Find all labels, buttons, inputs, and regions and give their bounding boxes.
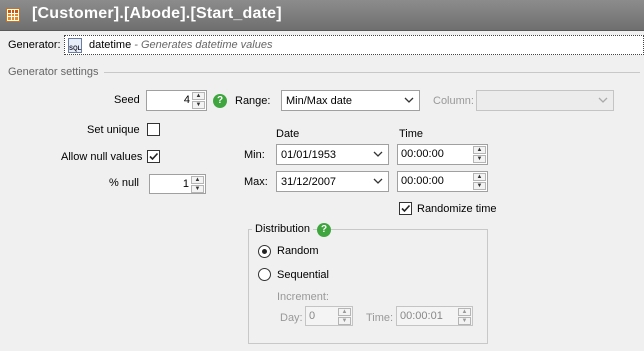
checkmark-icon bbox=[401, 204, 411, 213]
table-grid-icon bbox=[6, 8, 20, 22]
seed-stepper[interactable]: 4 ▲ ▼ bbox=[146, 90, 207, 111]
sequential-radio[interactable] bbox=[258, 268, 271, 281]
time-header: Time bbox=[399, 128, 424, 140]
time-increment-down-button[interactable]: ▼ bbox=[458, 317, 471, 325]
random-radio[interactable] bbox=[258, 245, 271, 258]
time-increment-up-button[interactable]: ▲ bbox=[458, 308, 471, 316]
min-date-value: 01/01/1953 bbox=[281, 149, 337, 161]
checkmark-icon bbox=[149, 152, 159, 161]
min-time-down-button[interactable]: ▼ bbox=[473, 155, 486, 163]
time-increment-value: 00:00:01 bbox=[400, 310, 443, 322]
generator-name[interactable]: datetime - Generates datetime values bbox=[89, 39, 272, 51]
generator-name-text: datetime bbox=[89, 39, 132, 51]
percent-null-stepper[interactable]: 1 ▲ ▼ bbox=[149, 174, 206, 194]
range-dropdown[interactable]: Min/Max date bbox=[281, 90, 420, 111]
range-label: Range: bbox=[235, 95, 271, 107]
allow-null-checkbox[interactable] bbox=[147, 150, 160, 163]
day-stepper[interactable]: 0 ▲ ▼ bbox=[305, 306, 353, 326]
window-title: [Customer].[Abode].[Start_date] bbox=[32, 5, 282, 22]
distribution-heading: Distribution bbox=[252, 223, 314, 235]
column-label: Column: bbox=[433, 95, 474, 107]
time-increment-label: Time: bbox=[366, 312, 394, 324]
day-down-button[interactable]: ▼ bbox=[338, 317, 351, 325]
column-dropdown[interactable] bbox=[476, 90, 614, 111]
increment-label: Increment: bbox=[277, 291, 329, 303]
chevron-down-icon bbox=[373, 178, 383, 184]
chevron-down-icon bbox=[373, 151, 383, 157]
sequential-radio-label: Sequential bbox=[277, 269, 329, 281]
generator-description: - Generates datetime values bbox=[134, 39, 273, 51]
distribution-help-icon[interactable]: ? bbox=[317, 223, 331, 237]
min-label: Min: bbox=[244, 149, 265, 161]
date-header: Date bbox=[276, 128, 300, 140]
day-up-button[interactable]: ▲ bbox=[338, 308, 351, 316]
seed-up-button[interactable]: ▲ bbox=[192, 92, 205, 100]
seed-value: 4 bbox=[183, 94, 190, 106]
percent-null-label: % null bbox=[109, 177, 139, 189]
generator-settings-heading: Generator settings bbox=[8, 66, 99, 78]
set-unique-label: Set unique bbox=[87, 124, 140, 136]
set-unique-checkbox[interactable] bbox=[147, 123, 160, 136]
seed-help-icon[interactable]: ? bbox=[213, 94, 227, 108]
time-increment-stepper[interactable]: 00:00:01 ▲ ▼ bbox=[396, 306, 473, 326]
chevron-down-icon bbox=[404, 97, 414, 103]
max-time-stepper[interactable]: 00:00:00 ▲ ▼ bbox=[397, 171, 488, 192]
percent-null-value: 1 bbox=[182, 178, 189, 190]
day-value: 0 bbox=[309, 310, 316, 322]
sql-icon: SQL bbox=[68, 38, 82, 53]
percent-null-up-button[interactable]: ▲ bbox=[191, 176, 204, 184]
max-label: Max: bbox=[244, 176, 268, 188]
randomize-time-label: Randomize time bbox=[417, 203, 497, 215]
day-label: Day: bbox=[280, 312, 303, 324]
max-time-value: 00:00:00 bbox=[401, 175, 444, 187]
max-date-value: 31/12/2007 bbox=[281, 176, 337, 188]
chevron-down-icon bbox=[598, 97, 608, 103]
min-date-picker[interactable]: 01/01/1953 bbox=[276, 144, 389, 165]
generator-label: Generator: bbox=[8, 39, 61, 51]
randomize-time-checkbox[interactable] bbox=[399, 202, 412, 215]
random-radio-label: Random bbox=[277, 245, 319, 257]
min-time-stepper[interactable]: 00:00:00 ▲ ▼ bbox=[397, 144, 488, 165]
seed-label: Seed bbox=[114, 94, 140, 106]
max-time-down-button[interactable]: ▼ bbox=[473, 182, 486, 190]
group-divider bbox=[104, 72, 640, 73]
allow-null-label: Allow null values bbox=[61, 151, 143, 163]
range-value: Min/Max date bbox=[286, 95, 353, 107]
min-time-value: 00:00:00 bbox=[401, 148, 444, 160]
seed-down-button[interactable]: ▼ bbox=[192, 101, 205, 109]
percent-null-down-button[interactable]: ▼ bbox=[191, 185, 204, 193]
max-date-picker[interactable]: 31/12/2007 bbox=[276, 171, 389, 192]
min-time-up-button[interactable]: ▲ bbox=[473, 146, 486, 154]
max-time-up-button[interactable]: ▲ bbox=[473, 173, 486, 181]
